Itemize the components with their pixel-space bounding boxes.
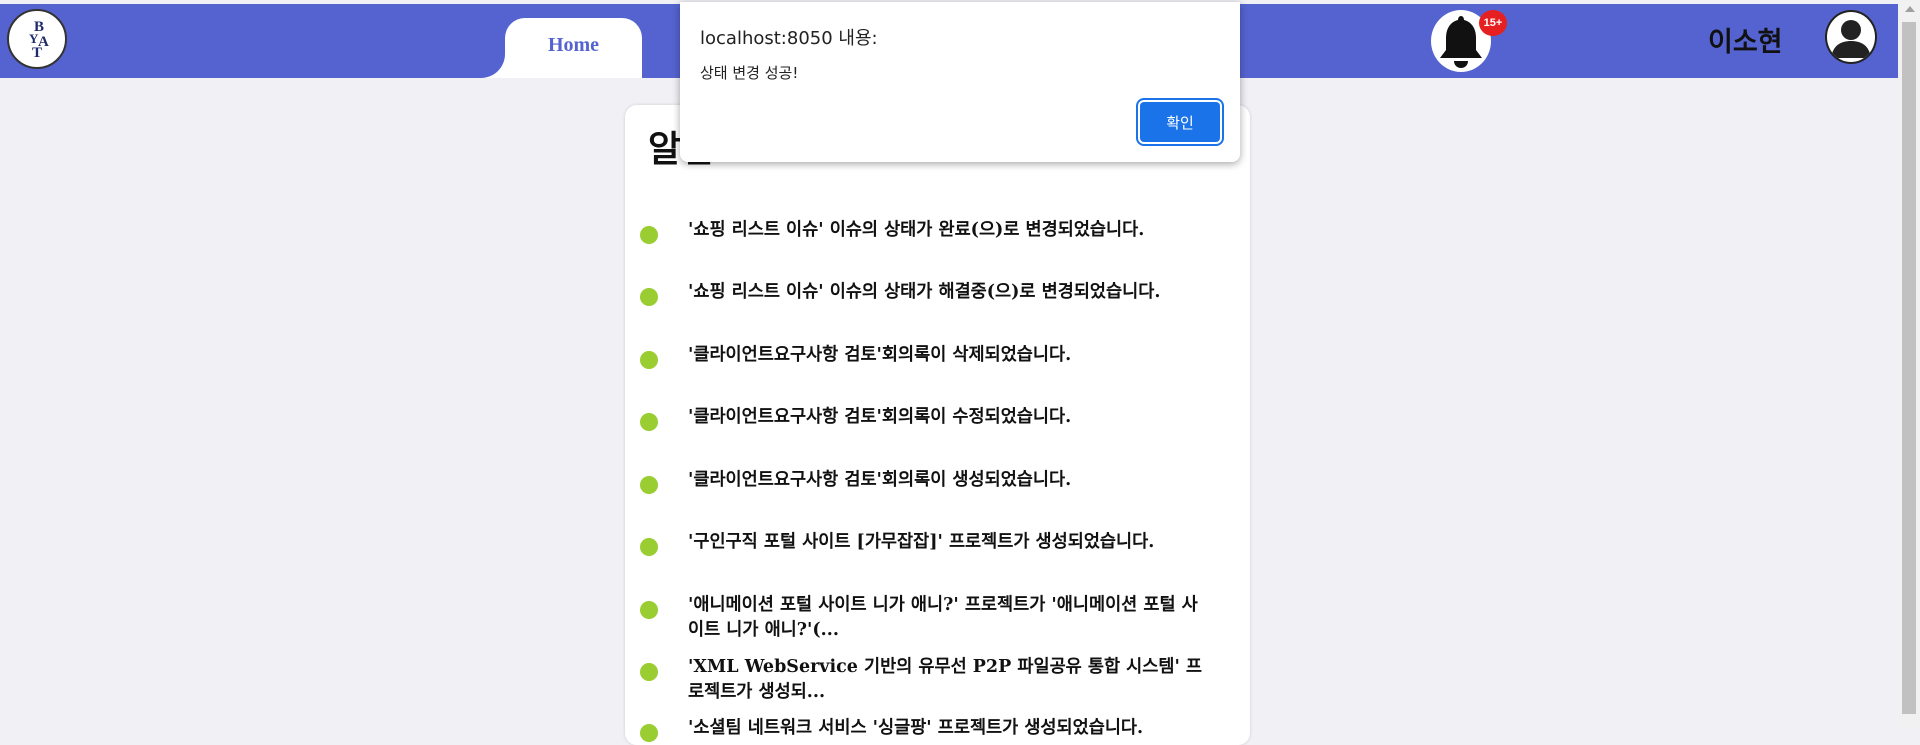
dialog-title: localhost:8050 내용:: [700, 28, 878, 49]
scroll-up-icon[interactable]: [1905, 6, 1915, 12]
notification-text: '구인구직 포털 사이트 [가무잡잡]' 프로젝트가 생성되었습니다.: [688, 532, 1155, 552]
notification-text: '쇼핑 리스트 이슈' 이슈의 상태가 완료(으)로 변경되었습니다.: [688, 220, 1145, 240]
status-dot-icon: [640, 476, 658, 494]
scrollbar-thumb[interactable]: [1902, 22, 1916, 714]
status-dot-icon: [640, 413, 658, 431]
logo-letter: T: [32, 45, 43, 61]
logo[interactable]: B Y A T: [7, 9, 67, 69]
notification-text: '클라이언트요구사항 검토'회의록이 삭제되었습니다.: [688, 345, 1072, 365]
status-dot-icon: [640, 226, 658, 244]
username: 이소현: [1708, 27, 1783, 58]
status-dot-icon: [640, 538, 658, 556]
avatar[interactable]: [1825, 10, 1877, 64]
status-dot-icon: [640, 351, 658, 369]
status-dot-icon: [640, 288, 658, 306]
dialog-ok-button[interactable]: 확인: [1140, 102, 1220, 142]
tab-curve: [481, 54, 505, 78]
notification-text: '클라이언트요구사항 검토'회의록이 수정되었습니다.: [688, 407, 1072, 427]
notification-text: '애니메이션 포털 사이트 니가 애니?' 프로젝트가 '애니메이션 포털 사이…: [688, 595, 1198, 640]
dialog-message: 상태 변경 성공!: [700, 64, 799, 82]
status-dot-icon: [640, 601, 658, 619]
user-icon: [1831, 20, 1871, 58]
logo-letter: Y: [29, 31, 39, 46]
status-dot-icon: [640, 724, 658, 742]
notification-text: '클라이언트요구사항 검토'회의록이 생성되었습니다.: [688, 470, 1072, 490]
notification-text: '쇼핑 리스트 이슈' 이슈의 상태가 해결중(으)로 변경되었습니다.: [688, 282, 1161, 302]
bell-icon: [1440, 16, 1482, 68]
tab-home[interactable]: Home: [505, 18, 642, 78]
tab-home-label: Home: [547, 34, 600, 56]
status-dot-icon: [640, 663, 658, 681]
notification-text: '소셜팀 네트워크 서비스 '싱글팡' 프로젝트가 생성되었습니다.: [688, 718, 1144, 738]
notification-count-badge: 15+: [1479, 10, 1507, 36]
notification-text: 'XML WebService 기반의 유무선 P2P 파일공유 통합 시스템'…: [688, 657, 1202, 702]
alert-dialog: localhost:8050 내용: 상태 변경 성공! 확인: [680, 2, 1240, 162]
